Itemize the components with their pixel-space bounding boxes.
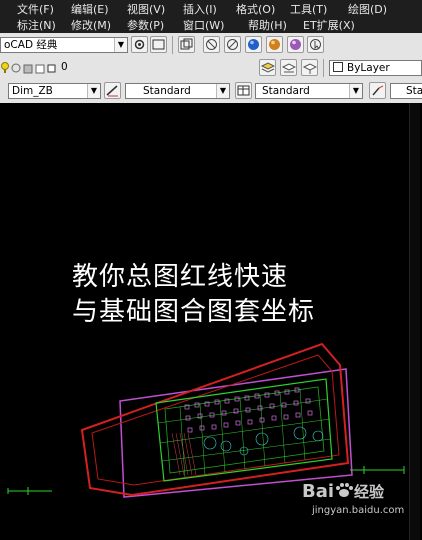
material-icon bbox=[290, 39, 301, 50]
layers-stack-icon bbox=[260, 62, 276, 73]
circle-slash-icon bbox=[206, 39, 217, 50]
text-style-button[interactable] bbox=[104, 82, 121, 99]
toolbar-divider bbox=[172, 36, 173, 54]
layer-state-icons bbox=[1, 62, 56, 74]
chevron-down-icon: ▼ bbox=[349, 84, 362, 98]
watermark-jingyan-text: 经验 bbox=[354, 483, 385, 501]
multileader-icon bbox=[372, 85, 384, 96]
materials-button[interactable] bbox=[287, 36, 304, 53]
layer-previous-icon bbox=[281, 63, 297, 73]
multileader-style-dropdown[interactable]: Star bbox=[390, 83, 422, 99]
sphere-blue-icon bbox=[248, 39, 259, 50]
wireframe-button[interactable] bbox=[224, 36, 241, 53]
site-plan-drawing[interactable] bbox=[0, 103, 422, 540]
layer-properties-button[interactable] bbox=[259, 59, 276, 76]
table-style-dropdown[interactable]: Standard ▼ bbox=[255, 83, 363, 99]
paw-logo-icon bbox=[336, 483, 354, 497]
menu-dimension[interactable]: 标注(N) bbox=[17, 17, 56, 33]
menu-tools[interactable]: 工具(T) bbox=[290, 1, 327, 17]
properties-button[interactable] bbox=[307, 36, 324, 53]
styles-toolbar: Dim_ZB ▼ Standard ▼ Standard ▼ Star bbox=[0, 79, 422, 105]
menu-format[interactable]: 格式(O) bbox=[236, 1, 275, 17]
color-swatch bbox=[333, 62, 343, 72]
menu-modify[interactable]: 修改(M) bbox=[71, 17, 111, 33]
menu-window[interactable]: 窗口(W) bbox=[183, 17, 224, 33]
layer-previous-button[interactable] bbox=[280, 59, 297, 76]
cursor-icon bbox=[310, 39, 321, 50]
dimension-style-dropdown[interactable]: Dim_ZB ▼ bbox=[8, 83, 101, 99]
layer-current-icon bbox=[302, 63, 318, 74]
hide-button[interactable] bbox=[203, 36, 220, 53]
color-dropdown[interactable]: ByLayer bbox=[329, 60, 422, 76]
table-style-value: Standard bbox=[262, 85, 310, 97]
building-grid-lines bbox=[157, 388, 332, 478]
watermark-bai-text: Bai bbox=[302, 481, 335, 502]
north-arrow-left bbox=[7, 487, 52, 495]
layer-dropdown[interactable]: 0 bbox=[58, 60, 254, 76]
make-current-layer-button[interactable] bbox=[301, 59, 318, 76]
layer-toolbar: 0 ByLayer bbox=[0, 57, 422, 80]
multileader-style-value: Star bbox=[406, 85, 422, 97]
menu-draw[interactable]: 绘图(D) bbox=[348, 1, 387, 17]
shade-button[interactable] bbox=[245, 36, 262, 53]
workspace-value: oCAD 经典 bbox=[4, 39, 58, 51]
menu-edit[interactable]: 编辑(E) bbox=[71, 1, 109, 17]
coordinate-marker-right bbox=[350, 466, 405, 474]
render-button[interactable] bbox=[178, 36, 195, 53]
table-style-icon bbox=[237, 85, 250, 96]
chevron-down-icon: ▼ bbox=[114, 38, 127, 52]
circle-x-icon bbox=[227, 39, 238, 50]
clean-screen-button[interactable] bbox=[150, 36, 167, 53]
box-icon bbox=[180, 38, 193, 50]
realistic-button[interactable] bbox=[266, 36, 283, 53]
layer-value: 0 bbox=[61, 61, 68, 73]
menu-et-express[interactable]: ET扩展(X) bbox=[303, 17, 355, 33]
menu-view[interactable]: 视图(V) bbox=[127, 1, 165, 17]
hatch-lines bbox=[171, 432, 197, 476]
watermark-brand: Bai 经验 bbox=[302, 481, 384, 502]
workspace-dropdown[interactable]: oCAD 经典 ▼ bbox=[0, 37, 128, 53]
watermark-url: jingyan.baidu.com bbox=[312, 505, 405, 516]
chevron-down-icon: ▼ bbox=[216, 84, 229, 98]
menu-insert[interactable]: 插入(I) bbox=[183, 1, 217, 17]
drawing-canvas[interactable]: 教你总图红线快速 与基础图合图套坐标 Bai 经验 jingyan.baidu.… bbox=[0, 103, 422, 540]
multileader-style-button[interactable] bbox=[369, 82, 386, 99]
red-line-outer bbox=[80, 342, 350, 497]
text-style-value: Standard bbox=[143, 85, 191, 97]
chevron-down-icon: ▼ bbox=[87, 84, 100, 98]
text-style-icon bbox=[106, 85, 118, 97]
workspace-toolbar: oCAD 经典 ▼ bbox=[0, 33, 422, 58]
menu-file[interactable]: 文件(F) bbox=[17, 1, 54, 17]
workspace-settings-button[interactable] bbox=[131, 36, 148, 53]
table-style-button[interactable] bbox=[235, 82, 252, 99]
dimension-style-value: Dim_ZB bbox=[12, 85, 53, 97]
menu-help[interactable]: 帮助(H) bbox=[248, 17, 287, 33]
detail-clusters bbox=[203, 426, 324, 456]
sphere-orange-icon bbox=[269, 39, 280, 50]
menu-parametric[interactable]: 参数(P) bbox=[127, 17, 164, 33]
screen-icon bbox=[152, 39, 165, 50]
gear-icon bbox=[134, 39, 145, 50]
toolbar-divider bbox=[323, 59, 324, 77]
color-value: ByLayer bbox=[347, 62, 390, 74]
text-style-dropdown[interactable]: Standard ▼ bbox=[125, 83, 230, 99]
magenta-boundary-line bbox=[119, 368, 353, 498]
menubar-row1: 文件(F) 编辑(E) 视图(V) 插入(I) 格式(O) 工具(T) 绘图(D… bbox=[0, 0, 422, 16]
menubar-row2: 标注(N) 修改(M) 参数(P) 窗口(W) 帮助(H) ET扩展(X) bbox=[0, 16, 422, 33]
